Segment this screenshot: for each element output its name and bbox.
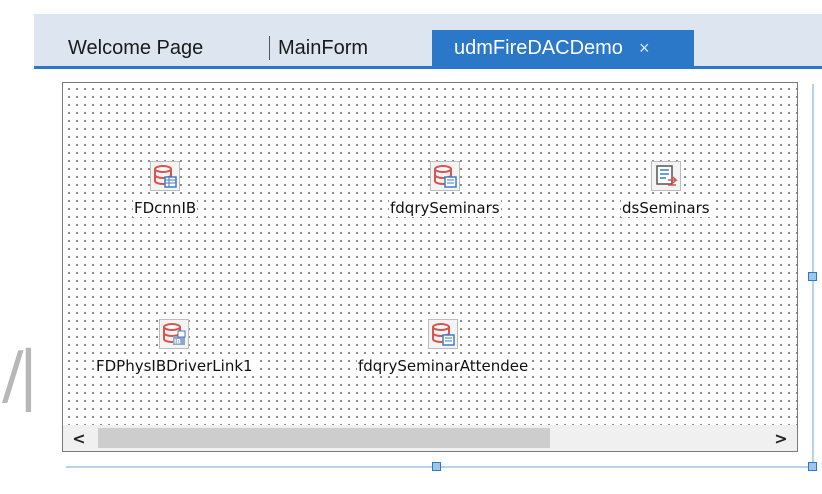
tab-welcome-page[interactable]: Welcome Page (56, 30, 266, 66)
component-label: fdqrySeminarAttendee (357, 357, 530, 375)
component-fdqryseminars[interactable]: fdqrySeminars (389, 161, 501, 217)
tab-udmfiredacdemo[interactable]: udmFireDACDemo × (432, 30, 694, 66)
scroll-right-icon[interactable]: > (765, 425, 797, 451)
ib-driver-link-icon: IB (159, 319, 190, 349)
component-label: FDcnnIB (133, 199, 198, 217)
tab-bar: Welcome Page MainForm udmFireDACDemo × (34, 30, 822, 66)
database-query-icon (429, 161, 460, 191)
tab-label: Welcome Page (68, 36, 204, 59)
scroll-left-icon[interactable]: < (63, 425, 95, 451)
tab-label: udmFireDACDemo (454, 36, 623, 59)
component-label: FDPhysIBDriverLink1 (95, 357, 254, 375)
data-module-canvas[interactable]: FDcnnIB fdqrySeminars dsSeminars IB FDPh… (62, 82, 798, 452)
resize-handle-corner[interactable] (808, 462, 817, 471)
close-icon[interactable]: × (639, 38, 650, 59)
component-fdcnnib[interactable]: FDcnnIB (133, 161, 198, 217)
database-connection-icon (150, 161, 181, 191)
component-label: fdqrySeminars (389, 199, 501, 217)
database-query-icon (428, 319, 459, 349)
scrollbar-thumb[interactable] (98, 428, 550, 448)
background-ghost-glyph: /| (2, 339, 39, 413)
component-fdqryseminarattendee[interactable]: fdqrySeminarAttendee (357, 319, 530, 375)
component-fdphysibdriverlink1[interactable]: IB FDPhysIBDriverLink1 (95, 319, 254, 375)
tab-label: MainForm (278, 36, 369, 59)
svg-text:IB: IB (174, 339, 181, 346)
resize-handle-bottom[interactable] (432, 462, 441, 471)
component-dsseminars[interactable]: dsSeminars (621, 161, 711, 217)
resize-handle-right[interactable] (808, 272, 817, 281)
tab-mainform[interactable]: MainForm (266, 30, 430, 66)
horizontal-scrollbar[interactable]: < > (63, 425, 797, 451)
datasource-icon (650, 161, 681, 191)
component-label: dsSeminars (621, 199, 711, 217)
